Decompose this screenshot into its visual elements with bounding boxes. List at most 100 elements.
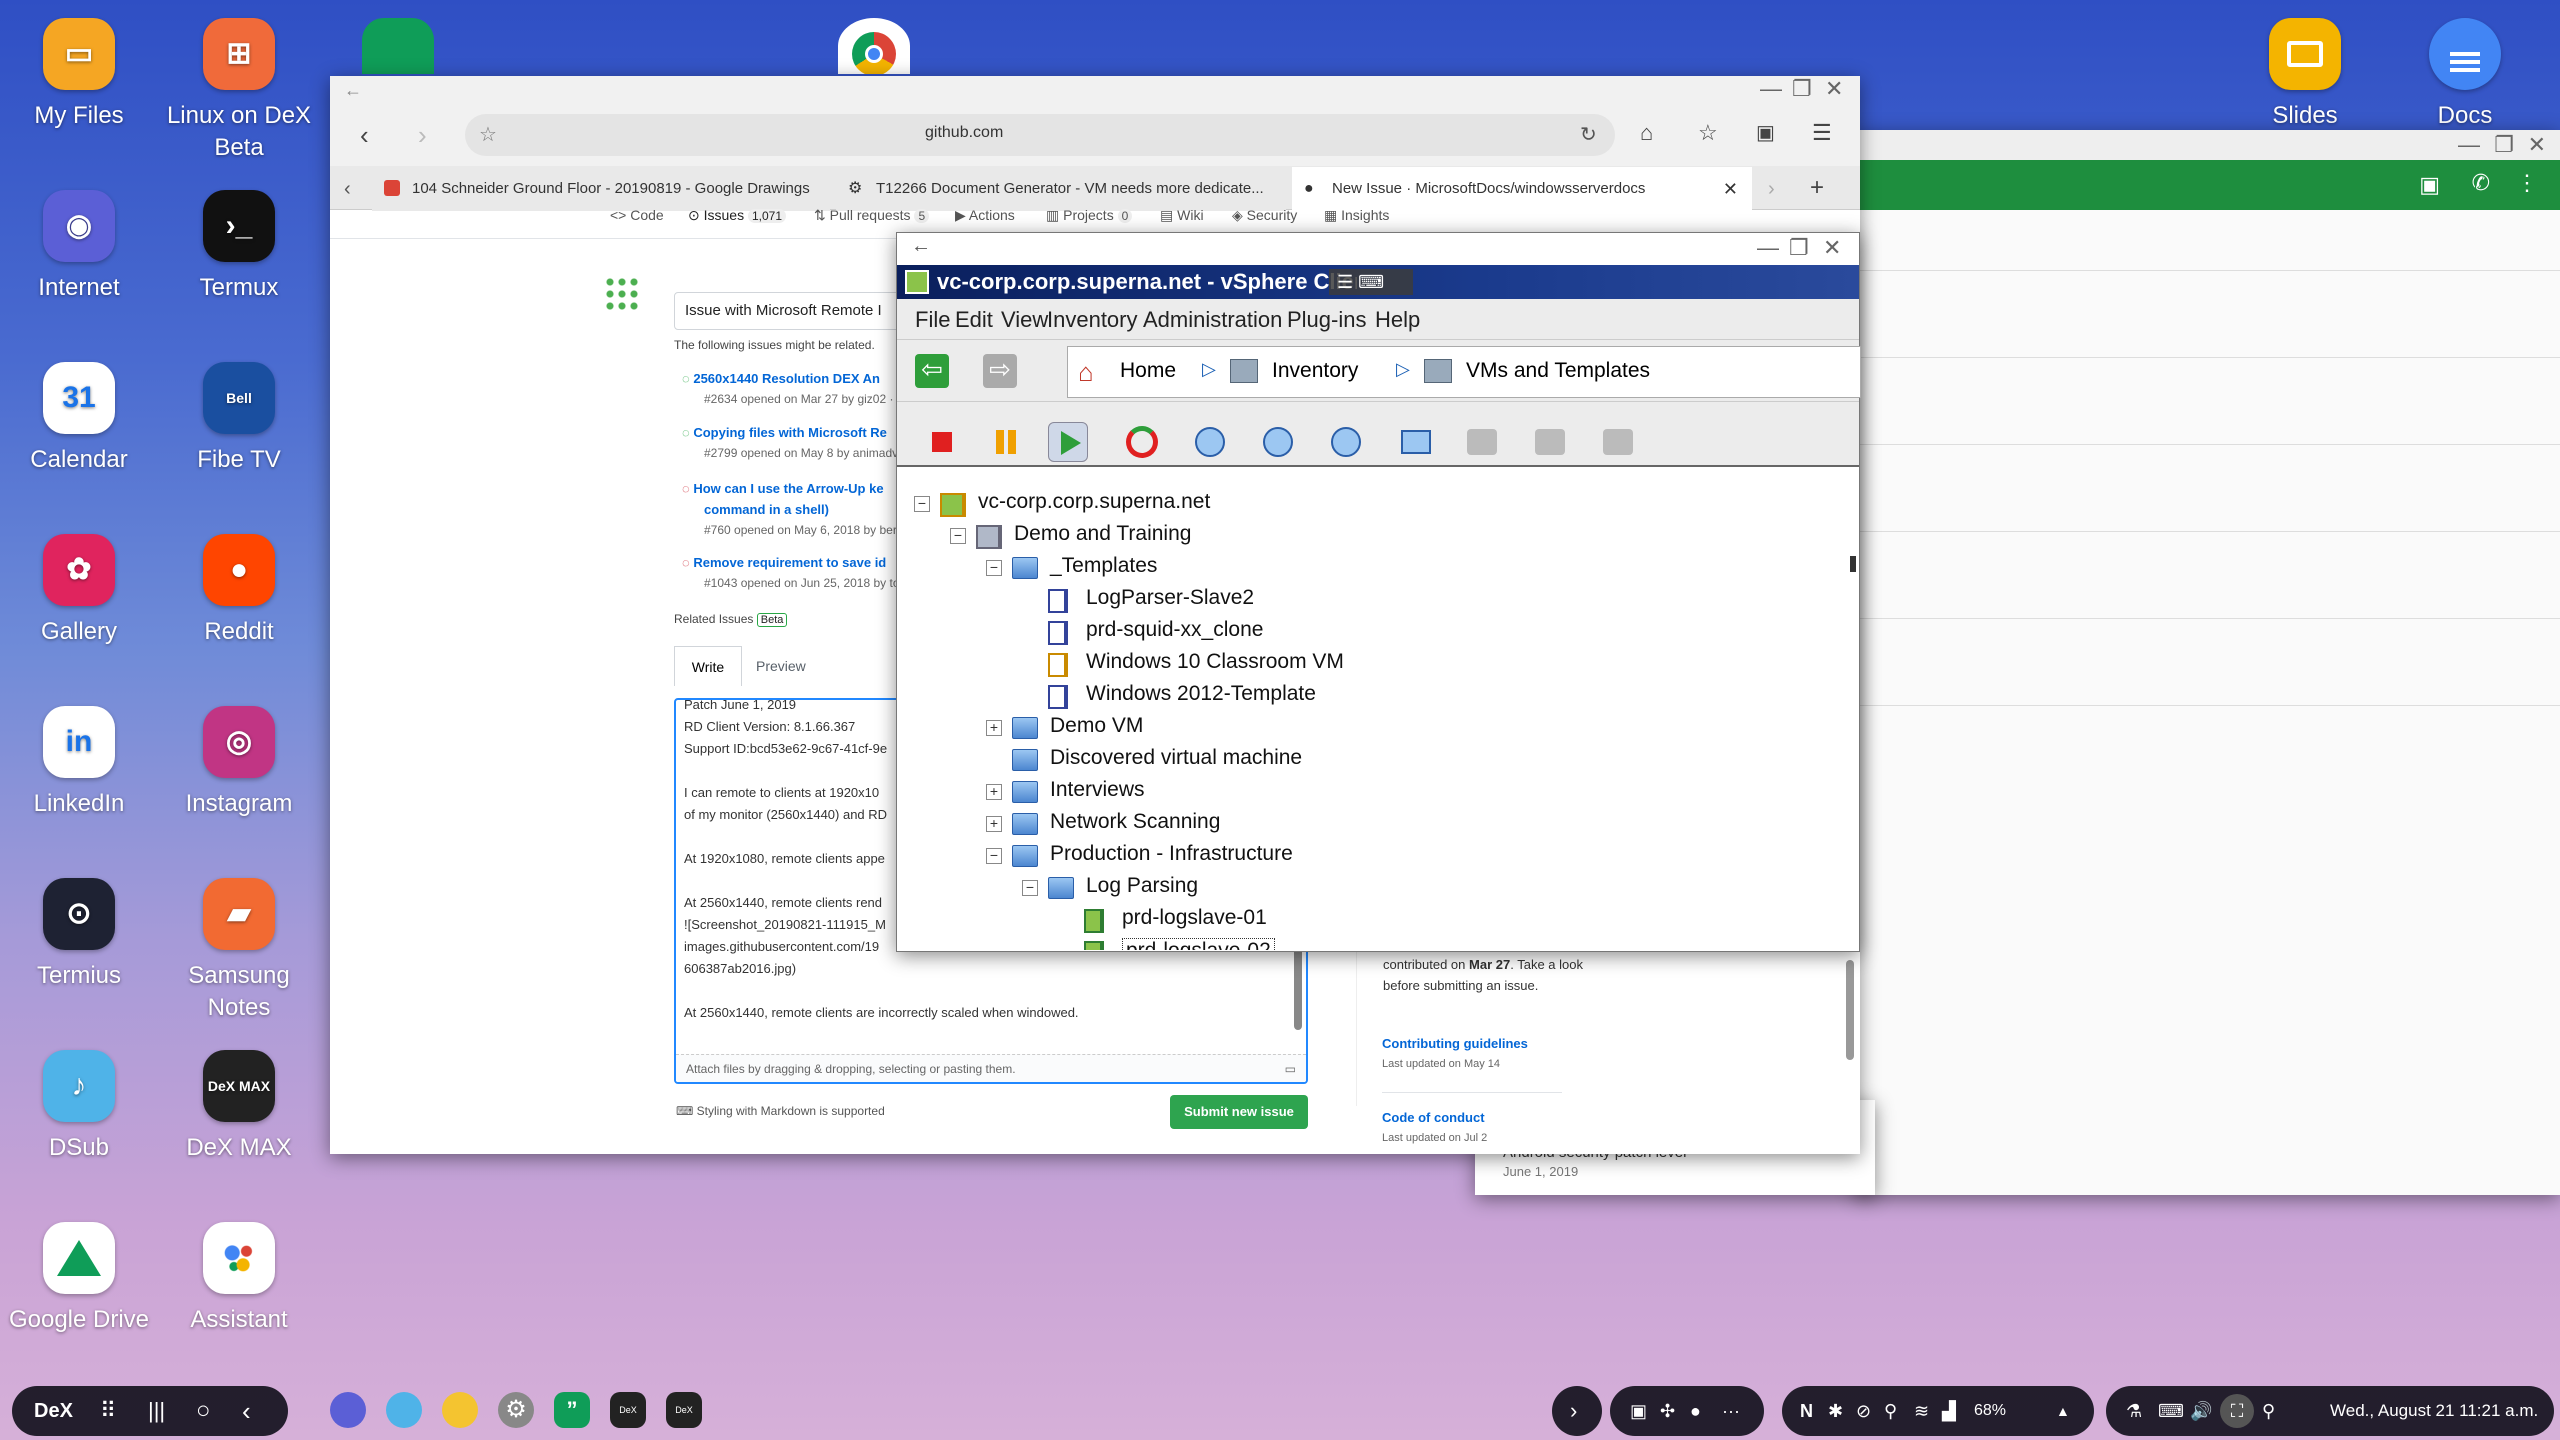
tree-node-label[interactable]: Demo and Training bbox=[1014, 522, 1191, 546]
assistant-app-icon[interactable]: Assistant bbox=[154, 1222, 324, 1336]
tree-expander-icon[interactable]: − bbox=[1022, 880, 1038, 896]
linux-on-dex-beta-app-icon[interactable]: ⊞ Linux on DeX Beta bbox=[154, 18, 324, 164]
nav-back-icon[interactable]: ‹ bbox=[360, 120, 369, 151]
expand-tray-button[interactable]: › bbox=[1552, 1386, 1602, 1436]
idea-taskbar-icon[interactable] bbox=[442, 1392, 478, 1428]
tree-node-label[interactable]: prd-logslave-02 bbox=[1122, 938, 1275, 950]
address-bar[interactable]: ☆ github.com ↻ bbox=[465, 114, 1615, 156]
star-icon[interactable]: ☆ bbox=[479, 122, 497, 147]
pause-icon[interactable] bbox=[986, 422, 1026, 462]
vsphere-close-icon[interactable]: ✕ bbox=[1823, 235, 1841, 261]
revert-snapshot-icon[interactable] bbox=[1258, 422, 1298, 462]
repo-tab-wiki[interactable]: ▤ Wiki bbox=[1160, 207, 1204, 224]
dexmax-taskbar-icon-1[interactable]: DeX bbox=[610, 1392, 646, 1428]
minimize-icon[interactable]: — bbox=[1760, 76, 1782, 102]
bookmark-icon[interactable]: ☆ bbox=[1698, 120, 1718, 146]
tree-node-label[interactable]: Production - Infrastructure bbox=[1050, 842, 1293, 866]
tree-expander-icon[interactable]: + bbox=[986, 816, 1002, 832]
tree-node-label[interactable]: Windows 2012-Template bbox=[1086, 682, 1316, 706]
tree-expander-icon[interactable]: − bbox=[914, 496, 930, 512]
issue-title[interactable]: 2560x1440 Resolution DEX An bbox=[693, 371, 880, 386]
snapshot-manager-icon[interactable] bbox=[1326, 422, 1366, 462]
breadcrumb-home[interactable]: Home bbox=[1120, 359, 1176, 383]
lab-icon[interactable]: ⚗ bbox=[2126, 1386, 2142, 1436]
repo-tab-pulls[interactable]: ⇅ Pull requests 5 bbox=[814, 207, 930, 224]
video-icon[interactable]: ▣ bbox=[2419, 172, 2440, 198]
reload-icon[interactable]: ↻ bbox=[1580, 122, 1597, 147]
gallery-app-icon[interactable]: ✿ Gallery bbox=[0, 534, 164, 648]
related-issue-item[interactable]: ◌ 2560x1440 Resolution DEX An #2634 opene… bbox=[682, 368, 893, 410]
chrome-icon[interactable] bbox=[838, 18, 910, 74]
fibe-tv-app-icon[interactable]: Bell Fibe TV bbox=[154, 362, 324, 476]
tabs-icon[interactable]: ▣ bbox=[1756, 120, 1775, 145]
attach-hint[interactable]: Attach files by dragging & dropping, sel… bbox=[676, 1054, 1306, 1082]
dexmax-taskbar-icon-2[interactable]: DeX bbox=[666, 1392, 702, 1428]
related-issue-item[interactable]: ◌ How can I use the Arrow-Up ke command i… bbox=[682, 478, 904, 541]
stop-icon[interactable] bbox=[922, 422, 962, 462]
hangouts-taskbar-icon[interactable]: ” bbox=[554, 1392, 590, 1428]
close-icon[interactable]: ✕ bbox=[1825, 76, 1843, 102]
google-drive-app-icon[interactable]: Google Drive bbox=[0, 1222, 164, 1336]
tree-expander-icon[interactable]: + bbox=[986, 720, 1002, 736]
nav-back-green-icon[interactable]: ⇦ bbox=[915, 354, 949, 388]
back-nav-icon[interactable]: ‹ bbox=[242, 1386, 251, 1436]
reddit-app-icon[interactable]: ● Reddit bbox=[154, 534, 324, 648]
settings-taskbar-icon[interactable]: ⚙ bbox=[498, 1392, 534, 1428]
docs-app-icon[interactable]: Docs bbox=[2380, 18, 2550, 132]
tree-expander-icon[interactable]: − bbox=[950, 528, 966, 544]
maximize-icon[interactable]: ❐ bbox=[1792, 76, 1812, 102]
apps-grid-icon[interactable]: ⠿ bbox=[100, 1386, 116, 1436]
linkedin-app-icon[interactable]: in LinkedIn bbox=[0, 706, 164, 820]
menu-help[interactable]: Help bbox=[1375, 307, 1420, 333]
status-icons[interactable]: N ✱ ⊘ ⚲ ≋ ▟ 68% ▲ bbox=[1782, 1386, 2094, 1436]
keyboard-icon[interactable]: ⌨ bbox=[2158, 1386, 2184, 1436]
notification-icons[interactable]: ▣ ✣ ● ··· bbox=[1610, 1386, 1764, 1436]
dsub-app-icon[interactable]: ♪ DSub bbox=[0, 1050, 164, 1164]
repo-tab-security[interactable]: ◈ Security bbox=[1232, 207, 1297, 224]
issue-title[interactable]: Copying files with Microsoft Re bbox=[693, 425, 887, 440]
tree-node-label[interactable]: LogParser-Slave2 bbox=[1086, 586, 1254, 610]
issue-title[interactable]: Remove requirement to save id bbox=[693, 555, 886, 570]
tree-node-label[interactable]: Log Parsing bbox=[1086, 874, 1198, 898]
recents-icon[interactable]: ||| bbox=[148, 1386, 165, 1436]
code-of-conduct-link[interactable]: Code of conduct bbox=[1382, 1110, 1485, 1125]
menu-administration[interactable]: Administration bbox=[1143, 307, 1282, 333]
tree-node-label[interactable]: Interviews bbox=[1050, 778, 1145, 802]
internet-app-icon[interactable]: ◉ Internet bbox=[0, 190, 164, 304]
issue-title[interactable]: How can I use the Arrow-Up ke bbox=[693, 481, 883, 496]
tab-google-drawings[interactable]: 104 Schneider Ground Floor - 20190819 - … bbox=[372, 167, 830, 211]
tree-expander-icon[interactable]: − bbox=[986, 848, 1002, 864]
menu-inventory[interactable]: Inventory bbox=[1047, 307, 1138, 333]
repo-tab-projects[interactable]: ▥ Projects 0 bbox=[1046, 207, 1133, 224]
related-issue-item[interactable]: ◌ Remove requirement to save id #1043 ope… bbox=[682, 552, 900, 594]
repo-tab-actions[interactable]: ▶ Actions bbox=[955, 207, 1015, 224]
menu-file[interactable]: File bbox=[915, 307, 950, 333]
preview-tab[interactable]: Preview bbox=[756, 646, 806, 686]
dex-label[interactable]: DeX bbox=[34, 1386, 73, 1436]
tree-node-label[interactable]: prd-squid-xx_clone bbox=[1086, 618, 1263, 642]
instagram-app-icon[interactable]: ◎ Instagram bbox=[154, 706, 324, 820]
issue-title-cont[interactable]: command in a shell) bbox=[682, 499, 904, 520]
tree-expander-icon[interactable]: + bbox=[986, 784, 1002, 800]
write-tab[interactable]: Write bbox=[674, 646, 742, 686]
dsub-taskbar-icon[interactable] bbox=[386, 1392, 422, 1428]
menu-view[interactable]: View bbox=[1001, 307, 1048, 333]
play-icon[interactable] bbox=[1048, 422, 1088, 462]
tree-node-label[interactable]: Discovered virtual machine bbox=[1050, 746, 1302, 770]
menu-plug-ins[interactable]: Plug-ins bbox=[1287, 307, 1366, 333]
related-issue-item[interactable]: ◌ Copying files with Microsoft Re #2799 o… bbox=[682, 422, 898, 464]
repo-tab-code[interactable]: <> Code bbox=[610, 207, 664, 223]
contributing-guidelines-link[interactable]: Contributing guidelines bbox=[1382, 1036, 1528, 1051]
snapshot-icon[interactable] bbox=[1190, 422, 1230, 462]
more-icon[interactable]: ⋮ bbox=[2516, 170, 2538, 196]
reset-icon[interactable] bbox=[1122, 422, 1162, 462]
nav-forward-icon[interactable]: › bbox=[418, 120, 427, 151]
back-arrow-icon[interactable]: ← bbox=[344, 80, 362, 101]
nav-forward-gray-icon[interactable]: ⇨ bbox=[983, 354, 1017, 388]
tree-node-label[interactable]: vc-corp.corp.superna.net bbox=[978, 490, 1210, 514]
calendar-app-icon[interactable]: 31 Calendar bbox=[0, 362, 164, 476]
samsung-notes-app-icon[interactable]: ▰ Samsung Notes bbox=[154, 878, 324, 1024]
tab-scroll-left-icon[interactable]: ‹ bbox=[344, 178, 351, 201]
termius-app-icon[interactable]: ⊙ Termius bbox=[0, 878, 164, 992]
breadcrumb-vms-templates[interactable]: VMs and Templates bbox=[1466, 359, 1650, 383]
